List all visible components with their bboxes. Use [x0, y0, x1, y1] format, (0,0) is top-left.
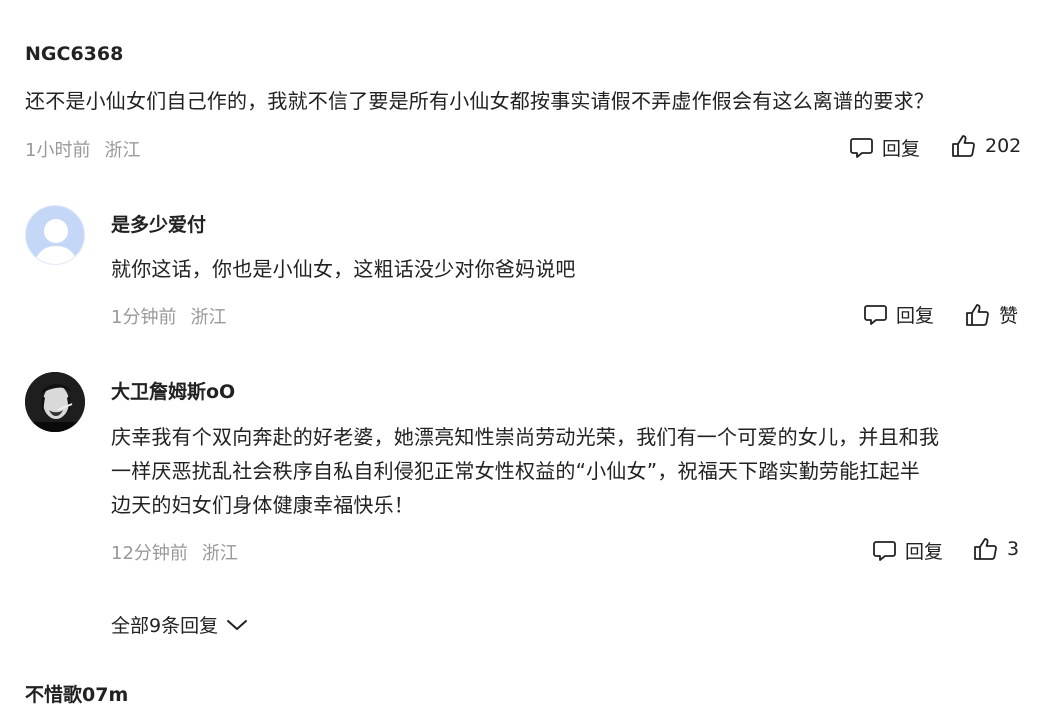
- reply-button[interactable]: 回复: [863, 301, 934, 328]
- reply-username[interactable]: 是多少爱付: [111, 210, 206, 237]
- chevron-down-icon: [227, 619, 248, 630]
- reply-username[interactable]: 大卫詹姆斯oO: [111, 377, 235, 404]
- reply-label: 回复: [905, 541, 944, 563]
- expand-replies-button[interactable]: 全部9条回复: [111, 611, 248, 638]
- thumbs-up-icon: [952, 135, 975, 157]
- reply-button[interactable]: 回复: [849, 134, 920, 161]
- avatar[interactable]: [25, 372, 85, 432]
- reply-label: 回复: [896, 305, 935, 327]
- expand-replies-label: 全部9条回复: [111, 615, 219, 637]
- reply-meta: 1分钟前 浙江: [111, 303, 226, 329]
- like-button[interactable]: 3: [973, 537, 1019, 561]
- comment-bubble-icon: [873, 540, 896, 561]
- comment-username[interactable]: NGC6368: [25, 43, 123, 65]
- reply-text: 庆幸我有个双向奔赴的好老婆，她漂亮知性崇尚劳动光荣，我们有一个可爱的女儿，并且和…: [111, 420, 1041, 522]
- reply-button[interactable]: 回复: [872, 537, 943, 564]
- like-button[interactable]: 赞: [965, 301, 1018, 328]
- reply-text-line: 边天的妇女们身体健康幸福快乐！: [111, 493, 414, 517]
- default-avatar-icon: [34, 219, 78, 264]
- reply-text-line: 庆幸我有个双向奔赴的好老婆，她漂亮知性崇尚劳动光荣，我们有一个可爱的女儿，并且和…: [111, 425, 940, 449]
- comment-meta: 1小时前 浙江: [25, 136, 140, 162]
- comment-time: 1小时前: [25, 140, 91, 161]
- reply-text-line: 一样厌恶扰乱社会秩序自私自利侵犯正常女性权益的“小仙女”，祝福天下踏实勤劳能扛起…: [111, 459, 920, 483]
- like-count: 202: [985, 135, 1022, 157]
- comment-location: 浙江: [104, 140, 141, 161]
- like-label: 赞: [999, 305, 1019, 327]
- avatar[interactable]: [25, 205, 85, 265]
- comment-text: 还不是小仙女们自己作的，我就不信了要是所有小仙女都按事实请假不弄虚作假会有这么离…: [25, 89, 934, 113]
- user-photo-icon: [25, 372, 85, 432]
- next-comment-username[interactable]: 不惜歌07m: [25, 680, 128, 707]
- reply-location: 浙江: [201, 543, 238, 564]
- like-count: 3: [1007, 538, 1020, 560]
- reply-time: 12分钟前: [111, 543, 188, 564]
- comment-bubble-icon: [850, 137, 873, 158]
- reply-meta: 12分钟前 浙江: [111, 539, 238, 565]
- comment-bubble-icon: [864, 304, 887, 325]
- reply-text: 就你这话，你也是小仙女，这粗话没少对你爸妈说吧: [111, 257, 576, 281]
- reply-label: 回复: [882, 138, 921, 160]
- thumbs-up-icon: [966, 303, 989, 326]
- reply-time: 1分钟前: [111, 307, 177, 328]
- reply-location: 浙江: [190, 307, 227, 328]
- thumbs-up-icon: [974, 538, 997, 560]
- like-button[interactable]: 202: [951, 134, 1021, 158]
